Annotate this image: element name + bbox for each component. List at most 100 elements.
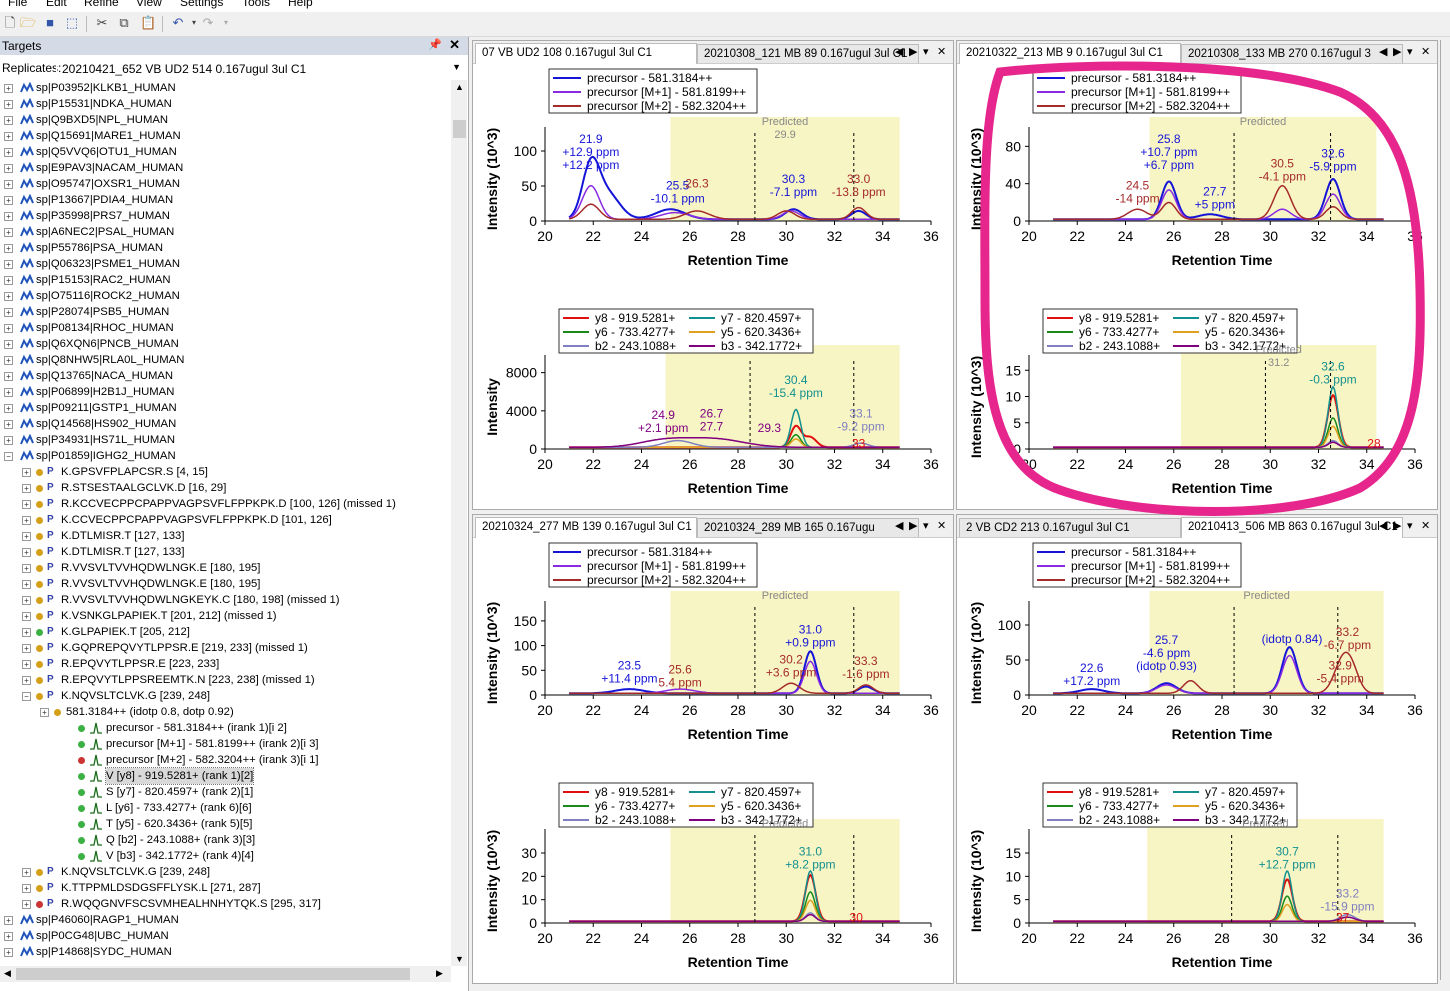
tab-list-icon[interactable]: ▾ [923, 45, 929, 58]
menu-file[interactable]: File [8, 0, 27, 9]
replicate-tab[interactable]: 20210308_133 MB 270 0.167ugul 3 [1181, 44, 1403, 63]
tree-transition-node[interactable]: precursor [M+2] - 582.3204++ (irank 3)[i… [0, 752, 450, 768]
tree-transition-node[interactable]: precursor - 581.3184++ (irank 1)[i 2] [0, 720, 450, 736]
tree-transition-node[interactable]: T [y5] - 620.3436+ (rank 5)[5] [0, 816, 450, 832]
tree-protein-node[interactable]: + sp|P06899|H2B1J_HUMAN [0, 384, 450, 400]
expand-icon[interactable]: + [40, 708, 49, 717]
save-icon[interactable]: ■ [42, 15, 58, 31]
paste-icon[interactable]: 📋 [140, 15, 156, 31]
tab-list-icon[interactable]: ▾ [923, 519, 929, 532]
scroll-up-icon[interactable]: ▲ [455, 82, 464, 92]
tree-peptide-node[interactable]: + P K.GPSVFPLAPCSR.S [4, 15] [0, 464, 450, 480]
fragment-chromatogram[interactable]: y8 - 919.5281+ y7 - 820.4597+ y6 - 733.427… [957, 295, 1433, 510]
targets-tree[interactable]: + sp|P03952|KLKB1_HUMAN + sp|P15531|NDKA_HU… [0, 80, 450, 966]
import-icon[interactable]: ⬚ [64, 15, 80, 31]
side-panel-strip[interactable] [1440, 40, 1450, 980]
tree-protein-node[interactable]: + sp|Q15691|MARE1_HUMAN [0, 128, 450, 144]
tree-protein-node[interactable]: + sp|P08134|RHOC_HUMAN [0, 320, 450, 336]
replicate-tab[interactable]: 20210322_213 MB 9 0.167ugul 3ul C1 [959, 43, 1181, 64]
tree-peptide-node[interactable]: + P R.KCCVECPPCPAPPVAGPSVFLFPPKPK.D [100, … [0, 496, 450, 512]
fragment-chromatogram[interactable]: y8 - 919.5281+ y7 - 820.4597+ y6 - 733.427… [473, 769, 949, 984]
tree-peptide-node[interactable]: + P R.VVSVLTVVHQDWLNGKEYK.C [180, 198] (mi… [0, 592, 450, 608]
tree-protein-node[interactable]: + sp|Q06323|PSME1_HUMAN [0, 256, 450, 272]
tab-list-icon[interactable]: ▾ [1407, 45, 1413, 58]
tree-protein-node[interactable]: + sp|P28074|PSB5_HUMAN [0, 304, 450, 320]
expand-icon[interactable]: + [4, 100, 13, 109]
expand-icon[interactable]: + [4, 340, 13, 349]
expand-icon[interactable]: + [4, 916, 13, 925]
expand-icon[interactable]: + [22, 884, 31, 893]
expand-icon[interactable]: + [4, 356, 13, 365]
redo-dropdown-icon[interactable]: ▾ [218, 15, 234, 31]
collapse-icon[interactable]: − [4, 452, 13, 461]
tree-protein-node[interactable]: + sp|P34931|HS71L_HUMAN [0, 432, 450, 448]
tree-transition-node[interactable]: Q [b2] - 243.1088+ (rank 3)[3] [0, 832, 450, 848]
expand-icon[interactable]: + [4, 212, 13, 221]
tab-scroll-right-icon[interactable]: ▶ [909, 45, 917, 58]
menu-settings[interactable]: Settings [180, 0, 223, 9]
tree-protein-node[interactable]: + sp|P46060|RAGP1_HUMAN [0, 912, 450, 928]
close-icon[interactable]: ✕ [1421, 45, 1430, 58]
tree-peptide-node[interactable]: + P R.STSESTAALGCLVK.D [16, 29] [0, 480, 450, 496]
expand-icon[interactable]: + [22, 580, 31, 589]
expand-icon[interactable]: + [4, 260, 13, 269]
tree-protein-node[interactable]: + sp|Q8NHW5|RLA0L_HUMAN [0, 352, 450, 368]
replicates-select[interactable]: 20210421_652 VB UD2 514 0.167ugul 3ul C1… [56, 59, 466, 78]
replicate-tab[interactable]: 2 VB CD2 213 0.167ugul 3ul C1 [959, 518, 1181, 537]
precursor-chromatogram[interactable]: precursor - 581.3184++precursor [M+1] - … [957, 541, 1433, 763]
open-folder-icon[interactable]: 🗁 [20, 15, 36, 31]
tree-protein-node[interactable]: + sp|O95747|OXSR1_HUMAN [0, 176, 450, 192]
tree-protein-node[interactable]: + sp|Q5VVQ6|OTU1_HUMAN [0, 144, 450, 160]
tree-horizontal-scrollbar[interactable]: ◀ ▶ [0, 966, 451, 982]
menu-tools[interactable]: Tools [242, 0, 270, 9]
tree-peptide-node[interactable]: + P K.TTPPMLDSDGSFFLYSK.L [271, 287] [0, 880, 450, 896]
expand-icon[interactable]: + [4, 404, 13, 413]
expand-icon[interactable]: + [22, 868, 31, 877]
tree-transition-node[interactable]: V [y8] - 919.5281+ (rank 1)[2] [0, 767, 450, 785]
tree-peptide-node[interactable]: − P K.NQVSLTCLVK.G [239, 248] [0, 688, 450, 704]
tree-peptide-node[interactable]: + P R.WQQGNVFSCSVMHEALHNHYTQK.S [295, 317] [0, 896, 450, 912]
scroll-left-icon[interactable]: ◀ [4, 968, 11, 979]
expand-icon[interactable]: + [22, 532, 31, 541]
tree-peptide-node[interactable]: + P K.GLPAPIEK.T [205, 212] [0, 624, 450, 640]
replicate-tab[interactable]: 20210324_289 MB 165 0.167ugu [697, 518, 919, 537]
tree-peptide-node[interactable]: + P K.VSNKGLPAPIEK.T [201, 212] (missed 1) [0, 608, 450, 624]
expand-icon[interactable]: + [22, 900, 31, 909]
tab-scroll-right-icon[interactable]: ▶ [1393, 45, 1401, 58]
expand-icon[interactable]: + [4, 180, 13, 189]
tree-precursor-node[interactable]: +581.3184++ (idotp 0.8, dotp 0.92) [0, 704, 450, 720]
expand-icon[interactable]: + [22, 660, 31, 669]
expand-icon[interactable]: + [22, 548, 31, 557]
menu-refine[interactable]: Refine [84, 0, 119, 9]
tab-scroll-left-icon[interactable]: ◀ [895, 519, 903, 532]
tree-protein-node[interactable]: + sp|A6NEC2|PSAL_HUMAN [0, 224, 450, 240]
expand-icon[interactable]: + [4, 84, 13, 93]
tree-peptide-node[interactable]: + P K.DTLMISR.T [127, 133] [0, 528, 450, 544]
tree-transition-node[interactable]: L [y6] - 733.4277+ (rank 6)[6] [0, 800, 450, 816]
undo-icon[interactable]: ↶ [170, 15, 186, 31]
tab-scroll-left-icon[interactable]: ◀ [895, 45, 903, 58]
expand-icon[interactable]: + [4, 948, 13, 957]
expand-icon[interactable]: + [4, 308, 13, 317]
close-icon[interactable]: ✕ [1421, 519, 1430, 532]
scroll-down-icon[interactable]: ▼ [455, 954, 464, 964]
tree-peptide-node[interactable]: + P K.CCVECPPCPAPPVAGPSVFLFPPKPK.D [101, 1… [0, 512, 450, 528]
tree-protein-node[interactable]: + sp|E9PAV3|NACAM_HUMAN [0, 160, 450, 176]
tab-scroll-right-icon[interactable]: ▶ [909, 519, 917, 532]
expand-icon[interactable]: + [4, 244, 13, 253]
tree-protein-node[interactable]: − sp|P01859|IGHG2_HUMAN [0, 448, 450, 464]
tree-protein-node[interactable]: + sp|Q13765|NACA_HUMAN [0, 368, 450, 384]
expand-icon[interactable]: + [22, 644, 31, 653]
menu-help[interactable]: Help [288, 0, 313, 9]
precursor-chromatogram[interactable]: precursor - 581.3184++precursor [M+1] - … [473, 541, 949, 763]
tree-protein-node[interactable]: + sp|P15153|RAC2_HUMAN [0, 272, 450, 288]
tree-protein-node[interactable]: + sp|P55786|PSA_HUMAN [0, 240, 450, 256]
expand-icon[interactable]: + [4, 436, 13, 445]
expand-icon[interactable]: + [22, 500, 31, 509]
tree-protein-node[interactable]: + sp|P35998|PRS7_HUMAN [0, 208, 450, 224]
replicate-tab[interactable]: 07 VB UD2 108 0.167ugul 3ul C1 [475, 43, 697, 64]
tree-protein-node[interactable]: + sp|P03952|KLKB1_HUMAN [0, 80, 450, 96]
replicate-tab[interactable]: 20210413_506 MB 863 0.167ugul 3ul C1 [1181, 517, 1403, 538]
tree-peptide-node[interactable]: + P K.GQPREPQVYTLPPSR.E [219, 233] (missed… [0, 640, 450, 656]
tree-peptide-node[interactable]: + P R.VVSVLTVVHQDWLNGK.E [180, 195] [0, 560, 450, 576]
